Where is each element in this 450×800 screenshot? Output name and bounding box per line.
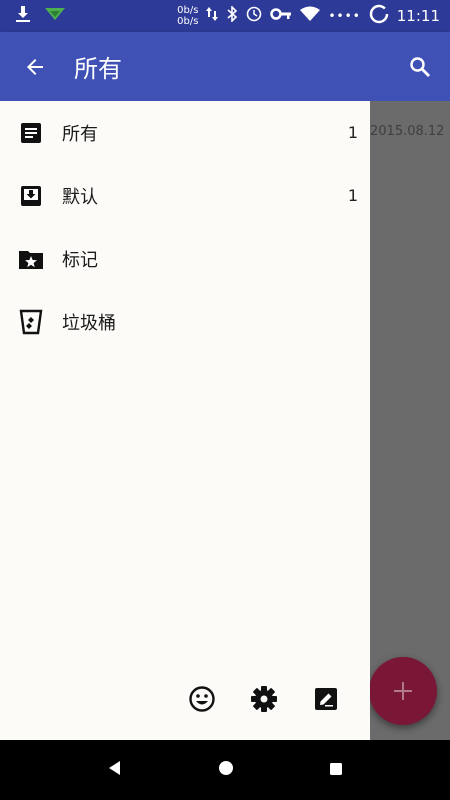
drawer-item-label: 默认 [62, 186, 98, 208]
net-speed: 0b/s 0b/s [177, 5, 198, 27]
note-date: 2015.08.12 [370, 124, 445, 139]
drawer-item-default[interactable]: 默认 1 [0, 164, 370, 227]
alarm-icon [246, 6, 262, 26]
drawer-item-label: 所有 [62, 123, 98, 145]
drawer-item-all[interactable]: 所有 1 [0, 101, 370, 164]
circle-home-icon [218, 761, 233, 775]
settings-button[interactable] [244, 679, 284, 719]
net-speed-up: 0b/s [177, 5, 199, 16]
app-notification-icon [44, 6, 66, 26]
wifi-icon [300, 6, 321, 26]
app-bar: 所有 [0, 32, 450, 101]
settings-icon [251, 686, 277, 712]
drawer-item-label: 垃圾桶 [62, 312, 116, 334]
inbox-icon [21, 185, 41, 206]
clock-time: 11:11 [396, 7, 440, 25]
bluetooth-icon [226, 5, 238, 26]
drawer-item-trash[interactable]: 垃圾桶 [0, 290, 370, 353]
drawer-item-count: 1 [347, 186, 358, 205]
page-title: 所有 [74, 55, 122, 83]
emoji-icon [189, 686, 215, 712]
scrim-overlay[interactable] [370, 101, 450, 740]
trash-icon [19, 309, 43, 334]
download-icon [14, 5, 32, 27]
square-recents-icon [329, 762, 342, 775]
add-note-button[interactable] [369, 657, 437, 725]
status-bar: 0b/s 0b/s •••• 11:11 [0, 0, 450, 32]
nav-back-button[interactable] [107, 760, 123, 780]
drawer-footer [0, 679, 370, 719]
drawer-item-starred[interactable]: 标记 [0, 227, 370, 290]
system-nav-bar [0, 740, 450, 800]
edit-icon [315, 688, 337, 710]
drawer-item-label: 标记 [62, 249, 98, 271]
battery-icon [369, 4, 389, 28]
plus-icon [394, 682, 412, 700]
vpn-key-icon [270, 7, 292, 25]
data-transfer-icon [206, 6, 219, 26]
net-speed-down: 0b/s [177, 16, 199, 27]
emoji-button[interactable] [182, 679, 222, 719]
back-button[interactable] [0, 32, 70, 101]
starred-folder-icon [19, 250, 43, 269]
nav-home-button[interactable] [218, 760, 234, 780]
edit-button[interactable] [306, 679, 346, 719]
triangle-back-icon [109, 761, 121, 775]
signal-dots: •••• [328, 9, 361, 23]
navigation-drawer: 所有 1 默认 1 标记 垃圾桶 [0, 101, 370, 740]
notes-icon [21, 122, 41, 143]
nav-recents-button[interactable] [329, 761, 343, 780]
search-icon [410, 56, 430, 77]
search-button[interactable] [390, 32, 450, 101]
drawer-item-count: 1 [347, 123, 358, 142]
arrow-back-icon [27, 58, 43, 75]
